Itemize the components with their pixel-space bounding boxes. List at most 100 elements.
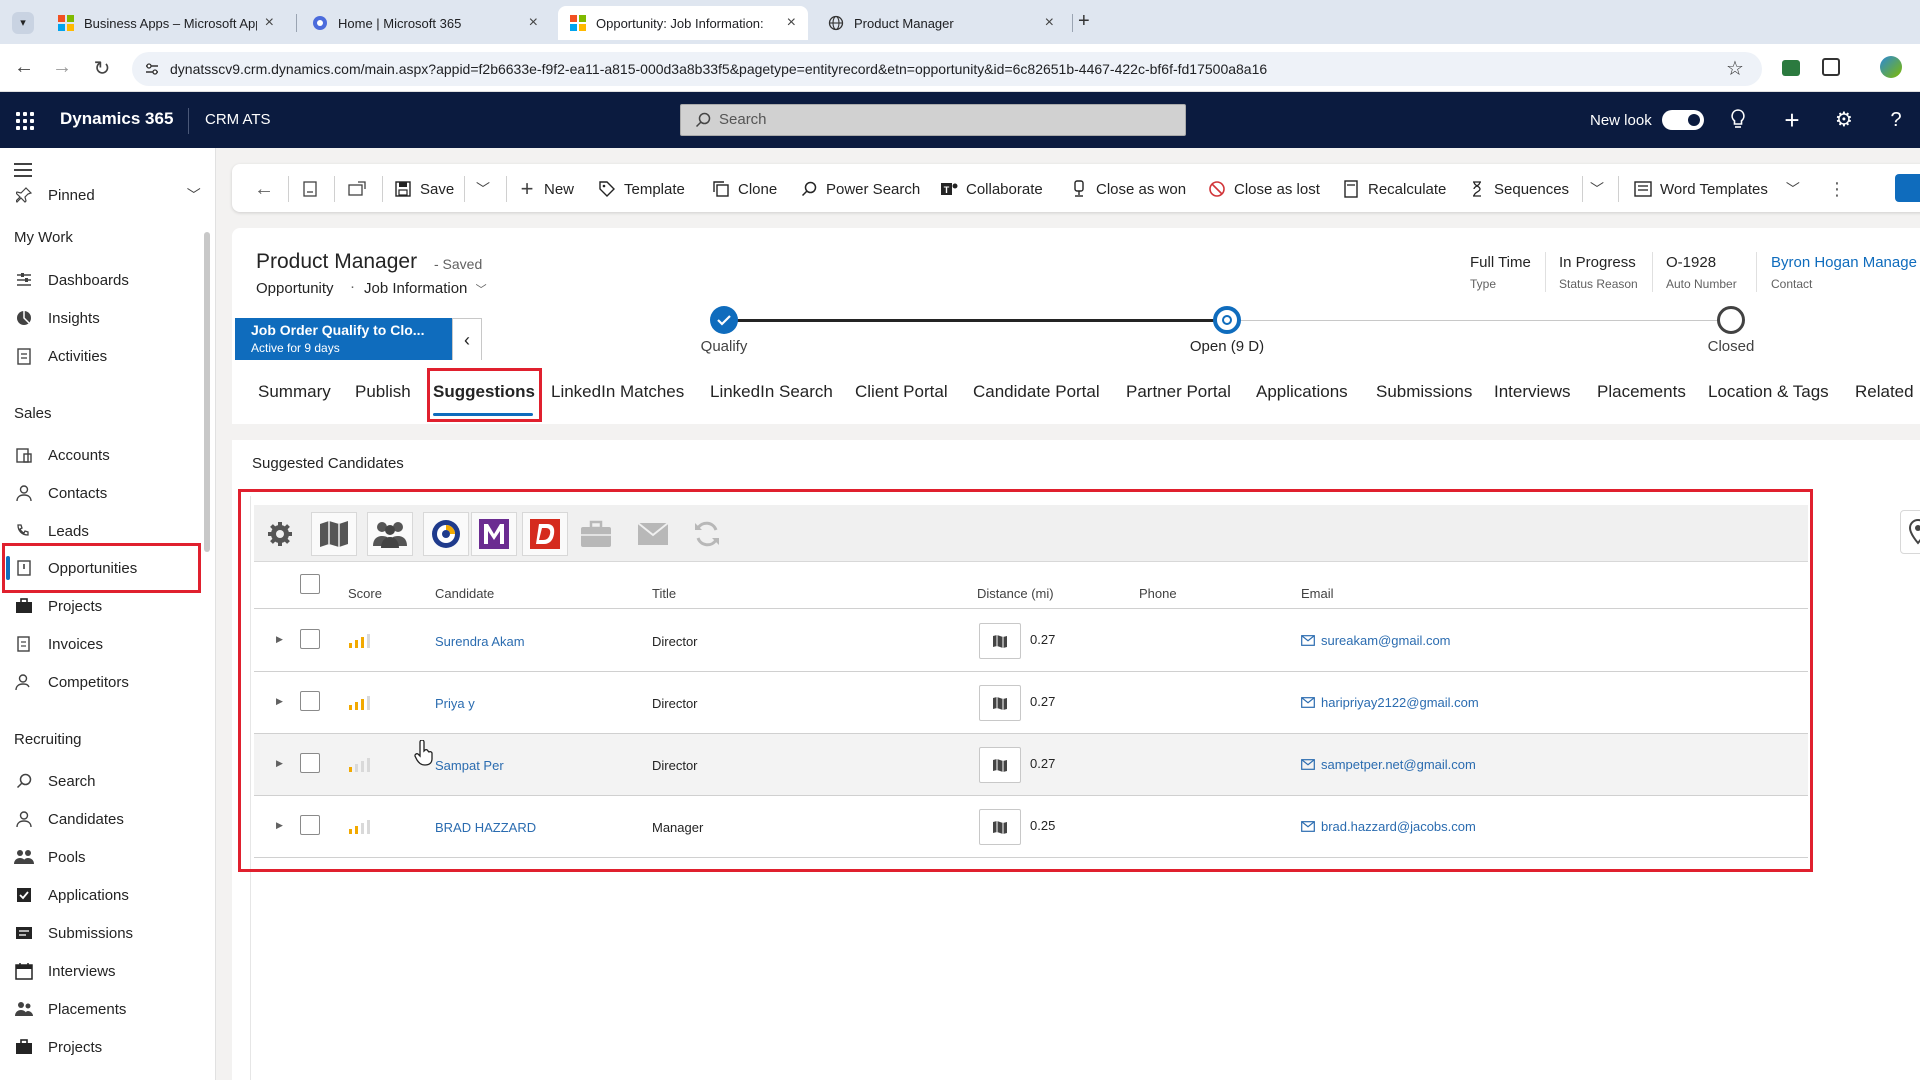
contact-link[interactable]: Byron Hogan Manage — [1771, 254, 1920, 271]
nav-item-interviews[interactable]: Interviews — [14, 956, 116, 986]
form-selector[interactable]: Job Information ﹀ — [364, 280, 487, 297]
bpf-stage-closed-node[interactable] — [1717, 306, 1745, 334]
brand-name[interactable]: Dynamics 365 — [60, 109, 173, 129]
microsoft-logo-icon — [570, 15, 586, 31]
field-separator — [1756, 252, 1757, 292]
close-icon[interactable]: × — [529, 14, 538, 32]
tab-candidate-portal[interactable]: Candidate Portal — [973, 382, 1100, 402]
tab-publish[interactable]: Publish — [355, 382, 411, 402]
close-icon[interactable]: × — [1045, 14, 1054, 32]
bookmark-star-icon[interactable]: ☆ — [1726, 56, 1744, 81]
save-options-chevron-icon[interactable]: ﹀ — [476, 178, 490, 200]
save-status: - Saved — [434, 256, 483, 272]
collaborate-button[interactable]: T Collaborate — [940, 178, 1043, 200]
template-button[interactable]: Template — [598, 178, 685, 200]
tab-related[interactable]: Related — [1855, 382, 1914, 402]
clone-icon — [712, 180, 730, 198]
tab-summary[interactable]: Summary — [258, 382, 331, 402]
close-icon[interactable]: × — [265, 14, 274, 32]
bpf-stage-qualify-node[interactable] — [710, 306, 738, 334]
tab-partner-portal[interactable]: Partner Portal — [1126, 382, 1231, 402]
new-tab-plus-icon[interactable]: + — [1078, 10, 1090, 33]
browser-tab-product-manager[interactable]: Product Manager × — [816, 6, 1066, 40]
open-new-window-icon[interactable] — [348, 178, 366, 200]
share-button[interactable] — [1895, 174, 1920, 202]
help-icon[interactable]: ? — [1884, 108, 1908, 132]
nav-item-pools[interactable]: Pools — [14, 842, 86, 872]
browser-tab-opportunity[interactable]: Opportunity: Job Information: × — [558, 6, 808, 40]
app-name[interactable]: CRM ATS — [205, 111, 271, 128]
nav-item-dashboards[interactable]: Dashboards — [14, 265, 129, 295]
power-search-button[interactable]: Power Search — [800, 178, 920, 200]
recalculate-button[interactable]: Recalculate — [1342, 178, 1446, 200]
clone-button[interactable]: Clone — [712, 178, 777, 200]
tab-client-portal[interactable]: Client Portal — [855, 382, 948, 402]
bpf-active-duration: Active for 9 days — [251, 341, 340, 355]
nav-pinned[interactable]: Pinned ﹀ — [14, 180, 201, 210]
nav-scrollbar[interactable] — [204, 232, 210, 552]
close-as-won-label: Close as won — [1096, 180, 1187, 198]
nav-item-label: Placements — [48, 1000, 127, 1018]
nav-item-leads[interactable]: Leads — [14, 516, 89, 546]
hand-cursor-icon — [414, 740, 433, 766]
tab-submissions[interactable]: Submissions — [1376, 382, 1472, 402]
close-as-lost-button[interactable]: Close as lost — [1208, 178, 1320, 200]
nav-item-search[interactable]: Search — [14, 766, 96, 796]
nav-item-projects[interactable]: Projects — [14, 591, 102, 621]
nav-item-activities[interactable]: Activities — [14, 341, 107, 371]
nav-item-label: Projects — [48, 1038, 103, 1056]
chevron-down-icon[interactable]: ﹀ — [187, 185, 201, 205]
bpf-collapse-chevron-icon[interactable]: ‹ — [452, 318, 482, 362]
activities-clipboard-icon — [14, 346, 34, 366]
save-button[interactable]: Save — [394, 178, 454, 200]
tab-linkedin-matches[interactable]: LinkedIn Matches — [551, 382, 684, 402]
nav-item-accounts[interactable]: Accounts — [14, 440, 110, 470]
site-settings-icon[interactable] — [144, 61, 160, 77]
reload-icon[interactable]: ↻ — [90, 56, 114, 81]
nav-item-contacts[interactable]: Contacts — [14, 478, 107, 508]
extension-icon[interactable] — [1782, 60, 1800, 76]
nav-item-insights[interactable]: Insights — [14, 303, 100, 333]
chevron-down-icon[interactable]: ﹀ — [1786, 179, 1800, 199]
lightbulb-icon[interactable] — [1726, 108, 1750, 132]
location-pin-icon[interactable] — [1900, 510, 1920, 554]
url-field[interactable]: dynatsscv9.crm.dynamics.com/main.aspx?ap… — [132, 52, 1762, 86]
back-arrow-icon[interactable]: ← — [12, 56, 36, 79]
copilot-icon[interactable] — [1880, 56, 1902, 78]
gear-icon[interactable]: ⚙ — [1832, 108, 1856, 132]
nav-item-competitors[interactable]: Competitors — [14, 667, 129, 697]
tab-placements[interactable]: Placements — [1597, 382, 1686, 402]
nav-item-placements[interactable]: Placements — [14, 994, 126, 1024]
nav-item-projects-recruiting[interactable]: Projects — [14, 1032, 102, 1062]
global-search-input[interactable]: Search — [680, 104, 1186, 136]
bpf-stage-open-node[interactable] — [1213, 306, 1241, 334]
tab-interviews[interactable]: Interviews — [1494, 382, 1571, 402]
nav-item-submissions[interactable]: Submissions — [14, 918, 133, 948]
tab-location-tags[interactable]: Location & Tags — [1708, 382, 1829, 402]
nav-item-invoices[interactable]: Invoices — [14, 629, 103, 659]
close-as-won-button[interactable]: Close as won — [1070, 178, 1186, 200]
tab-search-icon[interactable]: ▾ — [12, 12, 34, 34]
new-button[interactable]: + New — [518, 176, 574, 201]
bpf-active-process[interactable]: Job Order Qualify to Clo... Active for 9… — [235, 318, 452, 362]
tab-linkedin-search[interactable]: LinkedIn Search — [710, 382, 833, 402]
browser-tab-business-apps[interactable]: Business Apps – Microsoft App × — [46, 6, 286, 40]
plus-icon[interactable]: + — [1780, 107, 1804, 133]
app-launcher-waffle-icon[interactable] — [16, 112, 34, 130]
back-arrow-icon[interactable]: ← — [254, 178, 274, 200]
more-commands-icon[interactable]: ⋮ — [1828, 178, 1846, 200]
hamburger-menu-icon[interactable] — [14, 163, 32, 177]
browser-tab-m365-home[interactable]: Home | Microsoft 365 × — [300, 6, 550, 40]
forward-arrow-icon[interactable]: → — [50, 56, 74, 79]
tab-applications[interactable]: Applications — [1256, 382, 1348, 402]
word-templates-button[interactable]: Word Templates ﹀ — [1634, 178, 1800, 200]
sequences-chevron-icon[interactable]: ﹀ — [1590, 178, 1604, 200]
form-view-icon[interactable] — [302, 178, 318, 200]
extensions-puzzle-icon[interactable] — [1822, 58, 1840, 76]
nav-item-candidates[interactable]: Candidates — [14, 804, 124, 834]
header-field-contact[interactable]: Byron Hogan Manage Contact — [1771, 254, 1920, 291]
new-look-toggle[interactable] — [1662, 110, 1704, 130]
close-icon[interactable]: × — [787, 14, 796, 32]
sequences-button[interactable]: Sequences — [1468, 178, 1569, 200]
nav-item-applications[interactable]: Applications — [14, 880, 129, 910]
